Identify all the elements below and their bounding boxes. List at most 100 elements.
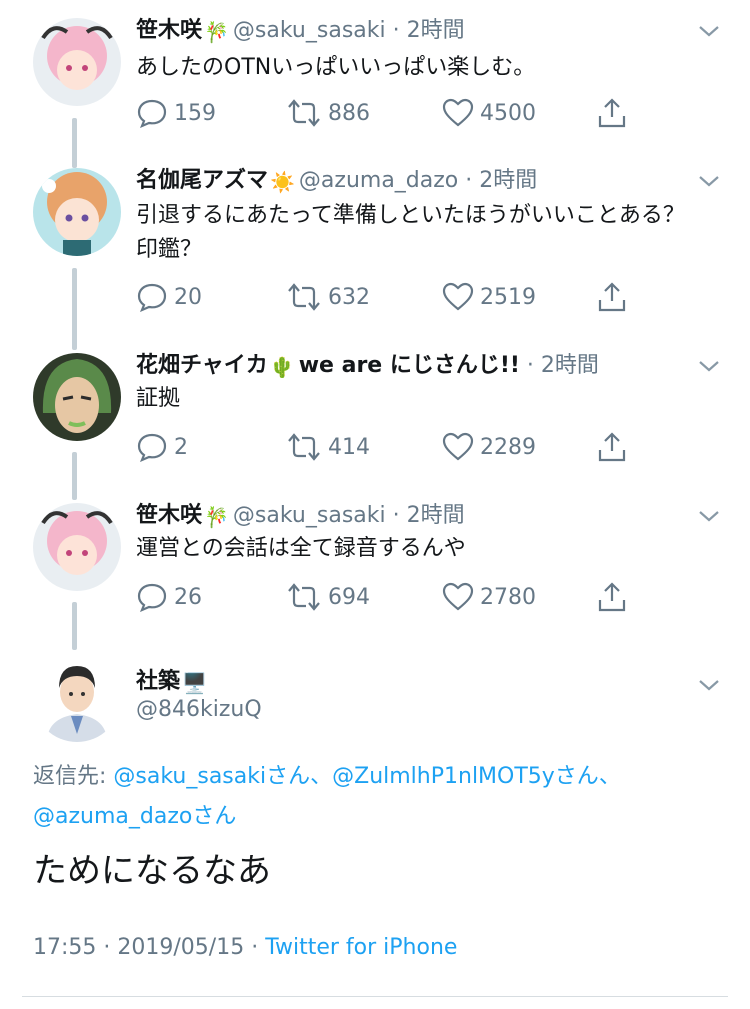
avatar[interactable] <box>33 18 121 106</box>
retweet-count: 694 <box>328 584 370 610</box>
retweet-button[interactable]: 632 <box>286 280 370 314</box>
like-button[interactable]: 2519 <box>442 280 536 314</box>
display-name[interactable]: 笹木咲 <box>136 503 202 528</box>
like-count: 2780 <box>480 584 536 610</box>
retweet-icon <box>288 99 320 127</box>
heart-icon <box>442 432 474 461</box>
reply-icon <box>137 433 167 462</box>
tweet-text: ためになるなあ <box>33 851 271 891</box>
like-count: 2519 <box>480 284 536 310</box>
retweet-count: 886 <box>328 100 370 126</box>
like-count: 4500 <box>480 100 536 126</box>
like-button[interactable]: 4500 <box>442 96 536 130</box>
tweet-actions: 159 886 4500 <box>136 96 750 130</box>
reply-icon <box>137 99 167 128</box>
tweet-actions: 2 414 2289 <box>136 430 750 464</box>
reply-button[interactable]: 159 <box>136 96 216 130</box>
mention-link[interactable]: @saku_sasakiさん <box>113 764 310 789</box>
retweet-button[interactable]: 694 <box>286 580 370 614</box>
reply-count: 20 <box>174 284 202 310</box>
bamboo-icon: 🎋 <box>204 505 229 529</box>
source-link[interactable]: Twitter for iPhone <box>265 935 457 960</box>
timestamp[interactable]: 2時間 <box>479 168 537 193</box>
tweet-text: あしたのOTNいっぱいいっぱい楽しむ。 <box>136 55 536 80</box>
like-button[interactable]: 2289 <box>442 430 536 464</box>
tweet-text: 引退するにあたって準備しといたほうがいいことある？印鑑？ <box>136 203 685 262</box>
tweet-actions: 26 694 2780 <box>136 580 750 614</box>
mention-link[interactable]: @azuma_dazoさん <box>33 804 236 829</box>
handle[interactable]: @saku_sasaki <box>233 503 386 528</box>
reply-button[interactable]: 26 <box>136 580 202 614</box>
reply-button[interactable]: 2 <box>136 430 188 464</box>
tweet-meta: 17:55 · 2019/05/15 · Twitter for iPhone <box>33 935 458 960</box>
retweet-icon <box>288 433 320 461</box>
bamboo-icon: 🎋 <box>204 20 229 44</box>
tweet-date: 2019/05/15 <box>117 935 245 960</box>
display-name[interactable]: 社築 🖥️ <box>136 663 211 695</box>
share-button[interactable] <box>596 280 634 314</box>
chevron-down-icon[interactable] <box>696 503 722 529</box>
share-icon <box>598 98 626 128</box>
avatar[interactable] <box>33 654 121 742</box>
share-icon <box>598 282 626 312</box>
computer-icon: 🖥️ <box>182 671 207 695</box>
reply-icon <box>137 583 167 612</box>
display-name[interactable]: 花畑チャイカ <box>136 353 268 378</box>
chevron-down-icon[interactable] <box>696 353 722 379</box>
timestamp[interactable]: 2時間 <box>407 18 465 43</box>
heart-icon <box>442 582 474 611</box>
reply-count: 159 <box>174 100 216 126</box>
avatar[interactable] <box>33 353 121 441</box>
avatar[interactable] <box>33 168 121 256</box>
tweet-text: 運営との会話は全て録音するんや <box>136 536 466 561</box>
share-button[interactable] <box>596 430 634 464</box>
tweet-header: 笹木咲 🎋 @saku_sasaki · 2時間 <box>136 500 690 533</box>
avatar[interactable] <box>33 503 121 591</box>
share-icon <box>598 432 626 462</box>
retweet-icon <box>288 283 320 311</box>
like-count: 2289 <box>480 434 536 460</box>
heart-icon <box>442 282 474 311</box>
timestamp[interactable]: 2時間 <box>407 503 465 528</box>
divider <box>22 996 728 997</box>
tweet-item[interactable]: 名伽尾アズマ ☀️ @azuma_dazo · 2時間 引退するにあたって準備しとい… <box>0 150 750 335</box>
mention-link[interactable]: @ZulmlhP1nlMOT5yさん <box>332 764 599 789</box>
reply-count: 2 <box>174 434 188 460</box>
chevron-down-icon[interactable] <box>696 672 722 698</box>
retweet-button[interactable]: 886 <box>286 96 370 130</box>
retweet-button[interactable]: 414 <box>286 430 370 464</box>
reply-to-line: 返信先: @saku_sasakiさん、@ZulmlhP1nlMOT5yさん、 @… <box>33 764 621 829</box>
handle[interactable]: @846kizuQ <box>136 697 262 722</box>
tweet-time: 17:55 <box>33 935 97 960</box>
chevron-down-icon[interactable] <box>696 18 722 44</box>
share-button[interactable] <box>596 96 634 130</box>
tweet-header: 笹木咲 🎋 @saku_sasaki · 2時間 <box>136 15 690 48</box>
reply-to-label: 返信先: <box>33 764 114 789</box>
like-button[interactable]: 2780 <box>442 580 536 614</box>
retweet-count: 632 <box>328 284 370 310</box>
sun-icon: ☀️ <box>270 170 295 194</box>
tweet-item[interactable]: 花畑チャイカ 🌵 we are にじさんじ!! · 2時間 証拠 2 414 228… <box>0 335 750 485</box>
timestamp[interactable]: 2時間 <box>541 353 599 378</box>
heart-icon <box>442 98 474 127</box>
cactus-icon: 🌵 <box>269 355 295 379</box>
tweet-item[interactable]: 笹木咲 🎋 @saku_sasaki · 2時間 あしたのOTNいっぱいいっぱい楽し… <box>0 0 750 150</box>
tweet-actions: 20 632 2519 <box>136 280 750 314</box>
retweet-count: 414 <box>328 434 370 460</box>
handle[interactable]: @azuma_dazo <box>299 168 458 193</box>
display-name[interactable]: 名伽尾アズマ <box>136 168 268 193</box>
tweet-header: 花畑チャイカ 🌵 we are にじさんじ!! · 2時間 <box>136 350 690 383</box>
tweet-header: 名伽尾アズマ ☀️ @azuma_dazo · 2時間 <box>136 165 690 198</box>
share-icon <box>598 582 626 612</box>
retweet-icon <box>288 583 320 611</box>
chevron-down-icon[interactable] <box>696 168 722 194</box>
handle[interactable]: @saku_sasaki <box>233 18 386 43</box>
reply-count: 26 <box>174 584 202 610</box>
display-name-suffix[interactable]: we are にじさんじ!! <box>299 353 520 378</box>
tweet-item[interactable]: 笹木咲 🎋 @saku_sasaki · 2時間 運営との会話は全て録音するんや 2… <box>0 485 750 635</box>
share-button[interactable] <box>596 580 634 614</box>
reply-icon <box>137 283 167 312</box>
display-name[interactable]: 笹木咲 <box>136 18 202 43</box>
tweet-text: 証拠 <box>136 386 181 411</box>
reply-button[interactable]: 20 <box>136 280 202 314</box>
